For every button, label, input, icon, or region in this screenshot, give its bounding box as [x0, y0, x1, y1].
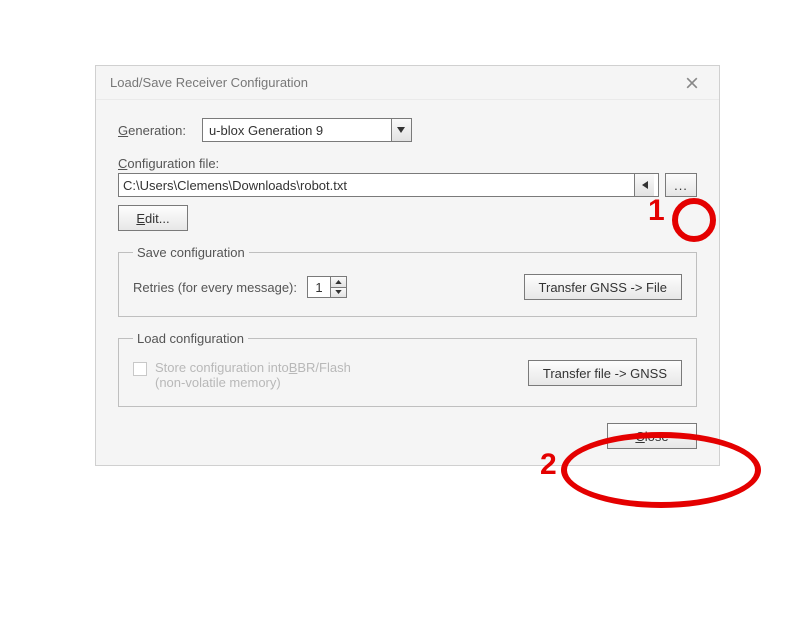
retries-up-button[interactable] — [331, 277, 346, 288]
save-configuration-legend: Save configuration — [133, 245, 249, 260]
store-bbr-text: Store configuration intoBBR/Flash (non-v… — [155, 360, 351, 390]
load-configuration-legend: Load configuration — [133, 331, 248, 346]
retries-spinner[interactable]: 1 — [307, 276, 347, 298]
config-file-value: C:\Users\Clemens\Downloads\robot.txt — [123, 178, 347, 193]
config-file-scroll-button[interactable] — [634, 174, 654, 196]
transfer-gnss-to-file-button[interactable]: Transfer GNSS -> File — [524, 274, 682, 300]
browse-button[interactable]: ... — [665, 173, 697, 197]
chevron-up-icon — [335, 280, 342, 284]
window-close-button[interactable] — [675, 68, 709, 98]
transfer-file-to-gnss-button[interactable]: Transfer file -> GNSS — [528, 360, 682, 386]
close-icon — [686, 77, 698, 89]
close-button-label: Close — [635, 429, 668, 444]
config-file-input[interactable]: C:\Users\Clemens\Downloads\robot.txt — [118, 173, 659, 197]
generation-row: Generation: u-blox Generation 9 — [118, 118, 697, 142]
retries-wrap: Retries (for every message): 1 — [133, 276, 347, 298]
chevron-left-icon — [642, 181, 648, 189]
dialog-body: Generation: u-blox Generation 9 Configur… — [96, 100, 719, 465]
retries-label: Retries (for every message): — [133, 280, 297, 295]
close-button[interactable]: Close — [607, 423, 697, 449]
load-row: Store configuration intoBBR/Flash (non-v… — [133, 360, 682, 390]
store-bbr-checkbox — [133, 362, 147, 376]
config-file-label: Configuration file: — [118, 156, 697, 171]
dialog-title: Load/Save Receiver Configuration — [110, 75, 308, 90]
browse-button-label: ... — [674, 178, 688, 193]
edit-button-label: Edit... — [136, 211, 169, 226]
config-file-row: C:\Users\Clemens\Downloads\robot.txt ... — [118, 173, 697, 197]
load-configuration-group: Load configuration Store configuration i… — [118, 331, 697, 407]
transfer-file-to-gnss-label: Transfer file -> GNSS — [543, 366, 667, 381]
generation-label: Generation: — [118, 123, 186, 138]
retries-value: 1 — [308, 277, 330, 297]
generation-select[interactable]: u-blox Generation 9 — [202, 118, 412, 142]
retries-down-button[interactable] — [331, 288, 346, 298]
chevron-down-icon — [335, 290, 342, 294]
retries-spinner-buttons — [330, 277, 346, 297]
generation-selected-value: u-blox Generation 9 — [209, 123, 323, 138]
generation-dropdown-button[interactable] — [391, 119, 411, 141]
transfer-gnss-to-file-label: Transfer GNSS -> File — [539, 280, 667, 295]
dialog-footer: Close — [118, 421, 697, 449]
dialog-window: Load/Save Receiver Configuration Generat… — [95, 65, 720, 466]
save-configuration-group: Save configuration Retries (for every me… — [118, 245, 697, 317]
titlebar: Load/Save Receiver Configuration — [96, 66, 719, 100]
store-bbr-option: Store configuration intoBBR/Flash (non-v… — [133, 360, 351, 390]
save-row: Retries (for every message): 1 Transfer … — [133, 274, 682, 300]
chevron-down-icon — [397, 127, 405, 133]
edit-button[interactable]: Edit... — [118, 205, 188, 231]
